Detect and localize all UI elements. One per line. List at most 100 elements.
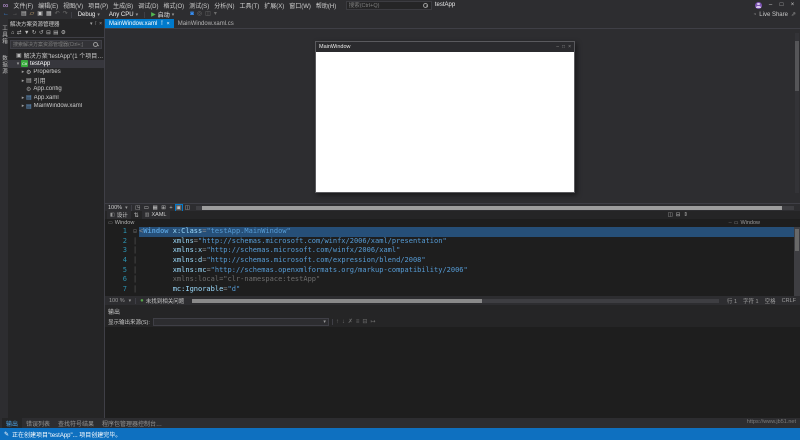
code-line[interactable]: 4 │ xmlns:d="http://schemas.microsoft.com… (105, 256, 800, 266)
pending-changes-filter-icon[interactable]: ▼ (24, 30, 29, 36)
tree-item[interactable]: ▸ ⚙ Properties (8, 68, 104, 77)
start-debugging-button[interactable]: ▶ 启动 ▾ (148, 10, 177, 20)
output-source-dropdown[interactable]: ▾ (152, 317, 329, 326)
account-avatar[interactable] (755, 1, 762, 9)
code-line[interactable]: 7 │ mc:Ignorable="d" (105, 285, 800, 295)
tool-window-tab[interactable]: 输出 (2, 418, 23, 428)
code-line[interactable]: 2 │ xmlns="http://schemas.microsoft.com/w… (105, 237, 800, 247)
menu-item[interactable]: 项目(P) (86, 0, 111, 10)
menu-item[interactable]: 文件(F) (11, 0, 36, 10)
menu-item[interactable]: 帮助(H) (313, 0, 338, 10)
tree-item[interactable]: ▸ ▤ 引用 (8, 77, 104, 85)
design-preview-window[interactable]: MainWindow – □ × (315, 41, 575, 193)
live-share-button[interactable]: Live Share (759, 12, 788, 18)
preview-window-body[interactable] (316, 52, 574, 190)
undo-icon[interactable]: ↶ (55, 10, 60, 19)
word-wrap-icon[interactable]: ≡ (356, 319, 360, 325)
chevron-down-icon[interactable]: ▾ (129, 298, 132, 304)
disable-project-code-icon[interactable]: ◫ (184, 205, 190, 211)
window-position-icon[interactable]: ▾ (90, 21, 93, 27)
designer-vertical-scrollbar[interactable] (795, 33, 799, 193)
quick-search-input[interactable]: 搜索(Ctrl+Q) (345, 0, 432, 10)
menu-item[interactable]: 分析(N) (212, 0, 237, 10)
solution-explorer-search-input[interactable]: 搜索解决方案资源管理器(Ctrl+;) (10, 39, 102, 49)
menu-item[interactable]: 调试(D) (136, 0, 161, 10)
minimize-button[interactable]: – (765, 0, 776, 10)
clear-all-icon[interactable]: ✗ (348, 318, 353, 325)
menu-item[interactable]: 测试(S) (187, 0, 212, 10)
vertical-split-icon[interactable]: ◫ (668, 212, 673, 218)
output-content[interactable] (105, 327, 800, 418)
show-annotations-icon[interactable]: ▣ (174, 203, 183, 212)
menu-item[interactable]: 编辑(E) (36, 0, 61, 10)
breadcrumb-element[interactable]: Window (115, 220, 135, 226)
refresh-icon[interactable]: ↺ (39, 30, 44, 36)
editor-horizontal-scrollbar[interactable] (192, 298, 719, 303)
document-tab[interactable]: MainWindow.xaml.cs (174, 19, 238, 28)
tree-item[interactable]: ⚙ App.config (8, 85, 104, 94)
fit-selection-icon[interactable]: ▭ (143, 205, 149, 211)
menu-item[interactable]: 格式(O) (161, 0, 187, 10)
tree-item[interactable]: ▾ C# testApp (8, 59, 104, 68)
pin-icon[interactable]: ⊺ (94, 21, 97, 27)
prev-message-icon[interactable]: ↑ (336, 319, 339, 325)
collapse-all-icon[interactable]: ⊟ (46, 30, 51, 36)
collapse-icon[interactable]: ⊟ (362, 318, 367, 325)
restore-button[interactable]: □ (776, 0, 787, 10)
open-file-icon[interactable]: ▱ (30, 10, 35, 19)
next-message-icon[interactable]: ↓ (342, 319, 345, 325)
more-toolbar-options-icon[interactable]: ▾ (214, 10, 217, 19)
xaml-code-editor[interactable]: 1 ⊟ <Window x:Class="testApp.MainWindow" 2 │… (105, 227, 800, 296)
editor-vertical-scrollbar[interactable] (794, 227, 800, 296)
platform-dropdown[interactable]: Any CPU ▾ (106, 12, 141, 18)
find-icon[interactable]: ◎ (197, 10, 202, 19)
code-line[interactable]: 5 │ xmlns:mc="http://schemas.openxmlforma… (105, 266, 800, 276)
tool-window-tab[interactable]: 查找符号结果 (54, 418, 98, 428)
code-line[interactable]: 6 │ xmlns:local="clr-namespace:testApp" (105, 275, 800, 285)
horizontal-split-icon[interactable]: ⊟ (676, 212, 681, 218)
save-all-icon[interactable]: ▦ (46, 10, 52, 19)
breadcrumb-element[interactable]: Window (740, 220, 760, 226)
fold-collapse-icon[interactable]: ⊟ (131, 227, 139, 237)
collapsed-tool-tab[interactable]: 数据源 (0, 55, 8, 75)
sync-active-document-icon[interactable]: ↻ (32, 30, 37, 36)
close-tab-icon[interactable]: × (166, 21, 169, 27)
goto-icon[interactable]: ↦ (370, 318, 375, 325)
feedback-icon[interactable]: ◙ (190, 10, 194, 19)
menu-item[interactable]: 工具(T) (237, 0, 262, 10)
snap-grid-icon[interactable]: ⊞ (161, 205, 167, 211)
new-project-icon[interactable]: ▤ (21, 10, 27, 19)
properties-icon[interactable]: ⚙ (61, 30, 66, 36)
designer-horizontal-scrollbar[interactable] (196, 205, 794, 210)
code-line[interactable]: 1 ⊟ <Window x:Class="testApp.MainWindow" (105, 227, 800, 237)
solution-platforms-icon[interactable]: ◫ (205, 10, 211, 19)
tab-design[interactable]: ◧ 设计 (107, 211, 131, 219)
menu-item[interactable]: 生成(B) (111, 0, 136, 10)
switch-views-icon[interactable]: ⇄ (17, 30, 22, 36)
pin-icon[interactable]: ⊺ (160, 20, 163, 27)
tool-window-tab[interactable]: 程序包管理器控制台… (98, 418, 166, 428)
swap-panes-button[interactable]: ⇅ (133, 212, 140, 219)
document-tab[interactable]: MainWindow.xaml ⊺ × (105, 19, 174, 28)
close-button[interactable]: × (787, 0, 798, 10)
home-icon[interactable]: ⌂ (11, 30, 14, 36)
redo-icon[interactable]: ↷ (63, 10, 68, 19)
show-grid-icon[interactable]: ▦ (152, 205, 158, 211)
save-icon[interactable]: ▣ (37, 10, 43, 19)
collapsed-tool-tab[interactable]: 工具箱 (0, 25, 8, 45)
tab-xaml[interactable]: ▥ XAML (141, 211, 170, 219)
close-panel-icon[interactable]: × (99, 21, 102, 27)
xaml-designer-surface[interactable]: MainWindow – □ × (105, 28, 800, 203)
tree-item[interactable]: ▸ ▤ MainWindow.xaml (8, 102, 104, 111)
tree-item[interactable]: ▸ ▤ App.xaml (8, 94, 104, 103)
menu-item[interactable]: 窗口(W) (287, 0, 314, 10)
zoom-fit-icon[interactable]: ◳ (135, 205, 141, 211)
tree-item[interactable]: ▣解决方案"testApp"(1 个项目/共 1 个) (8, 51, 104, 60)
nav-back-icon[interactable]: ← (3, 10, 9, 19)
show-all-files-icon[interactable]: ▤ (53, 30, 58, 36)
menu-item[interactable]: 视图(V) (61, 0, 86, 10)
expand-pane-icon[interactable]: ⇕ (683, 212, 688, 218)
designer-zoom-value[interactable]: 100% (108, 205, 122, 211)
tool-window-tab[interactable]: 错误列表 (22, 418, 54, 428)
configuration-dropdown[interactable]: Debug ▾ (75, 12, 103, 18)
